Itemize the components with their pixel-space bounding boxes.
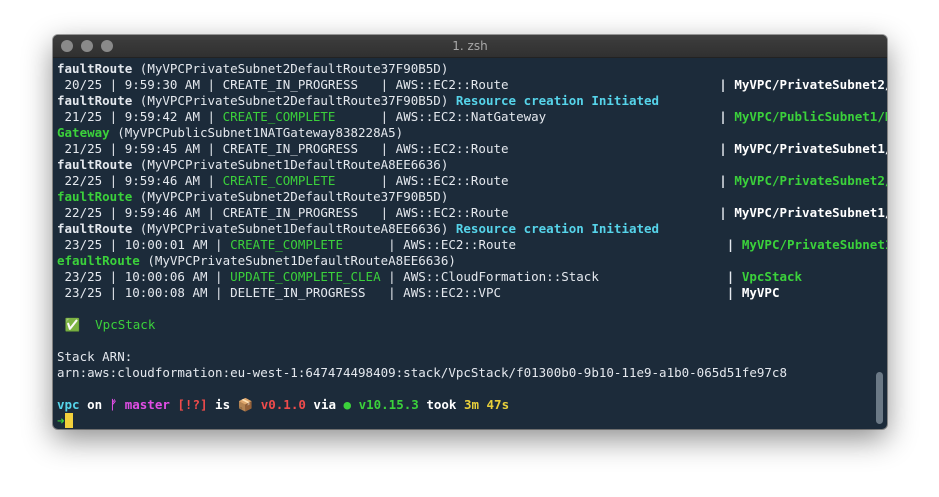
terminal-text: ✅ xyxy=(57,317,81,332)
terminal-text: | xyxy=(726,285,742,300)
terminal-text: 22/25 | 9:59:46 AM | xyxy=(57,173,223,188)
terminal-text: | AWS::EC2::NatGateway xyxy=(335,109,720,124)
terminal-line: 22/25 | 9:59:46 AM | CREATE_COMPLETE | A… xyxy=(57,173,887,189)
terminal-text: | xyxy=(719,205,735,220)
terminal-text: | xyxy=(726,237,742,252)
terminal-text: | xyxy=(719,173,735,188)
terminal-text: VpcStack xyxy=(80,317,156,332)
terminal-line: faultRoute (MyVPCPrivateSubnet1DefaultRo… xyxy=(57,221,659,237)
terminal-line: faultRoute (MyVPCPrivateSubnet2DefaultRo… xyxy=(57,93,659,109)
terminal-output[interactable]: faultRoute (MyVPCPrivateSubnet2DefaultRo… xyxy=(57,61,887,429)
terminal-text: (MyVPCPrivateSubnet1DefaultRouteA8EE6636… xyxy=(132,221,456,236)
terminal-text: faultRoute xyxy=(57,221,133,236)
terminal-text: faultRoute xyxy=(57,157,133,172)
scrollbar-thumb[interactable] xyxy=(876,372,883,424)
terminal-text: efaultRoute xyxy=(57,253,140,268)
terminal-text: ᚠ master xyxy=(109,397,170,412)
title-bar: 1. zsh xyxy=(53,35,887,58)
terminal-text: 23/25 | 10:00:01 AM | xyxy=(57,237,231,252)
terminal-text: (MyVPCPrivateSubnet2DefaultRoute37F90B5D… xyxy=(132,189,449,204)
terminal-line: 21/25 | 9:59:42 AM | CREATE_COMPLETE | A… xyxy=(57,109,887,125)
terminal-text: CREATE_COMPLETE xyxy=(222,173,336,188)
terminal-text: | xyxy=(719,141,735,156)
terminal-text: | xyxy=(719,109,735,124)
terminal-text: Gateway xyxy=(57,125,110,140)
terminal-text: is xyxy=(207,397,238,412)
terminal-text: VpcStack xyxy=(741,269,803,284)
terminal-text: MyVPC/PrivateSubnet1/De xyxy=(734,141,887,156)
terminal-text: 3m 47s xyxy=(463,397,510,412)
terminal-text: arn:aws:cloudformation:eu-west-1:6474744… xyxy=(57,365,787,380)
terminal-text: (MyVPCPrivateSubnet1DefaultRouteA8EE6636… xyxy=(132,157,449,172)
terminal-text: vpc xyxy=(57,397,80,412)
terminal-text: Stack ARN: xyxy=(57,349,133,364)
terminal-line: 22/25 | 9:59:46 AM | CREATE_IN_PROGRESS … xyxy=(57,205,887,221)
terminal-line: 20/25 | 9:59:30 AM | CREATE_IN_PROGRESS … xyxy=(57,77,887,93)
terminal-text: on xyxy=(79,397,110,412)
terminal-text: MyVPC/PrivateSubnet1/De xyxy=(734,205,887,220)
terminal-text: (MyVPCPublicSubnet1NATGateway838228A5) xyxy=(109,125,404,140)
terminal-text: (MyVPCPrivateSubnet1DefaultRouteA8EE6636… xyxy=(139,253,456,268)
terminal-text: [!?] xyxy=(169,397,208,412)
terminal-text: CREATE_COMPLETE xyxy=(230,237,343,252)
terminal-text: | AWS::EC2::Route xyxy=(335,173,720,188)
terminal-text: 20/25 | 9:59:30 AM | CREATE_IN_PROGRESS … xyxy=(57,77,720,92)
terminal-text: Resource creation Initiated xyxy=(455,93,660,108)
terminal-text: ● v10.15.3 xyxy=(343,397,419,412)
terminal-line: vpc on ᚠ master [!?] is 📦 v0.1.0 via ● v… xyxy=(57,397,509,413)
terminal-text: MyVPC/PrivateSubnet1/D xyxy=(741,237,887,252)
terminal-text: took xyxy=(418,397,464,412)
terminal-text: via xyxy=(305,397,344,412)
terminal-text: (MyVPCPrivateSubnet2DefaultRoute37F90B5D… xyxy=(132,61,449,76)
terminal-text: 23/25 | 10:00:08 AM | DELETE_IN_PROGRESS… xyxy=(57,285,727,300)
terminal-text: UPDATE_COMPLETE_CLEA xyxy=(230,269,381,284)
terminal-line: 23/25 | 10:00:06 AM | UPDATE_COMPLETE_CL… xyxy=(57,269,803,285)
terminal-line: 23/25 | 10:00:08 AM | DELETE_IN_PROGRESS… xyxy=(57,285,780,301)
terminal-text: | AWS::EC2::Route xyxy=(342,237,727,252)
terminal-text: | xyxy=(726,269,742,284)
terminal-line: ✅ VpcStack xyxy=(57,317,156,333)
terminal-window: 1. zsh faultRoute (MyVPCPrivateSubnet2De… xyxy=(53,35,887,429)
terminal-text: MyVPC xyxy=(741,285,780,300)
terminal-text: MyVPC/PublicSubnet1/NAT xyxy=(734,109,887,124)
command-prompt[interactable]: ➜ xyxy=(57,413,73,429)
terminal-line: arn:aws:cloudformation:eu-west-1:6474744… xyxy=(57,365,787,381)
terminal-text: 23/25 | 10:00:06 AM | xyxy=(57,269,231,284)
terminal-text: | AWS::CloudFormation::Stack xyxy=(380,269,727,284)
terminal-line: 23/25 | 10:00:01 AM | CREATE_COMPLETE | … xyxy=(57,237,887,253)
terminal-text: 21/25 | 9:59:45 AM | CREATE_IN_PROGRESS … xyxy=(57,141,720,156)
terminal-line: faultRoute (MyVPCPrivateSubnet1DefaultRo… xyxy=(57,157,448,173)
terminal-text: | xyxy=(719,77,735,92)
terminal-text: MyVPC/PrivateSubnet2/De xyxy=(734,77,887,92)
terminal-text: Resource creation Initiated xyxy=(455,221,660,236)
terminal-line: faultRoute (MyVPCPrivateSubnet2DefaultRo… xyxy=(57,189,448,205)
terminal-line: 21/25 | 9:59:45 AM | CREATE_IN_PROGRESS … xyxy=(57,141,887,157)
text-cursor xyxy=(64,413,73,428)
terminal-text: v0.1.0 xyxy=(253,397,306,412)
terminal-text: 📦 xyxy=(237,397,254,412)
prompt-arrow-icon: ➜ xyxy=(57,413,65,428)
terminal-text: MyVPC/PrivateSubnet2/De xyxy=(734,173,887,188)
terminal-text: faultRoute xyxy=(57,93,133,108)
terminal-line: Gateway (MyVPCPublicSubnet1NATGateway838… xyxy=(57,125,403,141)
terminal-text: (MyVPCPrivateSubnet2DefaultRoute37F90B5D… xyxy=(132,93,456,108)
terminal-line: faultRoute (MyVPCPrivateSubnet2DefaultRo… xyxy=(57,61,448,77)
window-title: 1. zsh xyxy=(452,39,488,53)
terminal-line: Stack ARN: xyxy=(57,349,132,365)
terminal-text: faultRoute xyxy=(57,61,133,76)
terminal-text: 22/25 | 9:59:46 AM | CREATE_IN_PROGRESS … xyxy=(57,205,720,220)
terminal-text: 21/25 | 9:59:42 AM | xyxy=(57,109,223,124)
terminal-text: CREATE_COMPLETE xyxy=(222,109,336,124)
terminal-text: faultRoute xyxy=(57,189,133,204)
terminal-line: efaultRoute (MyVPCPrivateSubnet1DefaultR… xyxy=(57,253,456,269)
